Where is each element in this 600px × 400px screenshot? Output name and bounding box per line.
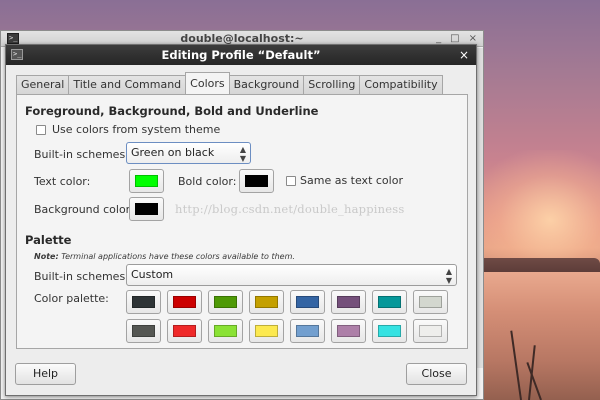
palette-swatch-button[interactable] (290, 319, 325, 343)
wallpaper-water (478, 272, 600, 400)
palette-swatch-fill (214, 296, 237, 308)
tab-compatibility[interactable]: Compatibility (359, 75, 443, 94)
palette-section-heading: Palette (25, 233, 72, 247)
use-system-theme-label: Use colors from system theme (52, 123, 221, 136)
palette-swatch-fill (255, 325, 278, 337)
close-icon[interactable]: × (459, 47, 469, 63)
background-color-button[interactable] (129, 197, 164, 221)
palette-swatch-button[interactable] (331, 290, 366, 314)
palette-swatch-fill (337, 296, 360, 308)
dialog-titlebar[interactable]: >_ Editing Profile “Default” × (6, 45, 476, 65)
palette-swatch-fill (296, 296, 319, 308)
color-palette-grid (126, 290, 461, 344)
palette-builtin-value: Custom (131, 268, 174, 281)
builtin-schemes-value: Green on black (131, 146, 215, 159)
watermark-text: http://blog.csdn.net/double_happiness (175, 202, 405, 216)
palette-swatch-fill (419, 296, 442, 308)
wallpaper-treeline (478, 258, 600, 272)
palette-note: Note: Terminal applications have these c… (34, 252, 295, 261)
color-palette-label: Color palette: (34, 292, 109, 305)
profile-tabs: General Title and Command Colors Backgro… (16, 72, 443, 94)
palette-swatch-fill (378, 296, 401, 308)
palette-swatch-fill (173, 296, 196, 308)
palette-swatch-button[interactable] (249, 319, 284, 343)
palette-swatch-fill (378, 325, 401, 337)
bold-color-button[interactable] (239, 169, 274, 193)
palette-swatch-fill (296, 325, 319, 337)
up-down-arrows-icon: ▲ ▼ (239, 145, 246, 163)
palette-swatch-fill (255, 296, 278, 308)
close-button[interactable]: Close (406, 363, 467, 385)
palette-swatch-button[interactable] (208, 319, 243, 343)
palette-builtin-label: Built-in schemes: (34, 270, 129, 283)
palette-swatch-fill (132, 296, 155, 308)
tab-background[interactable]: Background (228, 75, 305, 94)
palette-swatch-button[interactable] (167, 319, 202, 343)
tab-title-and-command[interactable]: Title and Command (68, 75, 187, 94)
dialog-title: Editing Profile “Default” (161, 48, 321, 62)
palette-swatch-fill (173, 325, 196, 337)
palette-swatch-fill (337, 325, 360, 337)
same-as-text-label: Same as text color (300, 174, 403, 187)
help-button[interactable]: Help (15, 363, 76, 385)
tab-colors[interactable]: Colors (185, 72, 230, 94)
terminal-icon: >_ (11, 49, 23, 60)
palette-note-text: Terminal applications have these colors … (61, 252, 295, 261)
background-color-swatch (135, 203, 158, 215)
palette-swatch-button[interactable] (126, 290, 161, 314)
terminal-icon: >_ (7, 33, 19, 44)
palette-swatch-button[interactable] (372, 290, 407, 314)
tab-scrolling[interactable]: Scrolling (303, 75, 361, 94)
palette-swatch-fill (419, 325, 442, 337)
text-color-swatch (135, 175, 158, 187)
tab-general[interactable]: General (16, 75, 70, 94)
colors-tab-panel: Foreground, Background, Bold and Underli… (16, 94, 468, 349)
palette-note-bold: Note: (34, 252, 59, 261)
palette-swatch-button[interactable] (249, 290, 284, 314)
text-color-label: Text color: (34, 175, 91, 188)
foreground-section-heading: Foreground, Background, Bold and Underli… (25, 104, 319, 118)
use-system-theme-checkbox[interactable] (36, 125, 46, 135)
bold-color-label: Bold color: (178, 175, 237, 188)
background-color-label: Background color: (34, 203, 134, 216)
palette-swatch-button[interactable] (208, 290, 243, 314)
palette-swatch-button[interactable] (372, 319, 407, 343)
palette-builtin-select[interactable]: Custom ▲ ▼ (126, 264, 457, 286)
palette-swatch-button[interactable] (290, 290, 325, 314)
builtin-schemes-select[interactable]: Green on black ▲ ▼ (126, 142, 251, 164)
text-color-button[interactable] (129, 169, 164, 193)
palette-swatch-fill (132, 325, 155, 337)
palette-swatch-button[interactable] (126, 319, 161, 343)
palette-swatch-fill (214, 325, 237, 337)
palette-swatch-button[interactable] (167, 290, 202, 314)
palette-swatch-button[interactable] (413, 319, 448, 343)
bold-color-swatch (245, 175, 268, 187)
palette-swatch-button[interactable] (331, 319, 366, 343)
up-down-arrows-icon: ▲ ▼ (445, 267, 452, 285)
editing-profile-dialog: >_ Editing Profile “Default” × General T… (5, 44, 477, 396)
palette-swatch-button[interactable] (413, 290, 448, 314)
same-as-text-checkbox[interactable] (286, 176, 296, 186)
builtin-schemes-label: Built-in schemes: (34, 148, 129, 161)
